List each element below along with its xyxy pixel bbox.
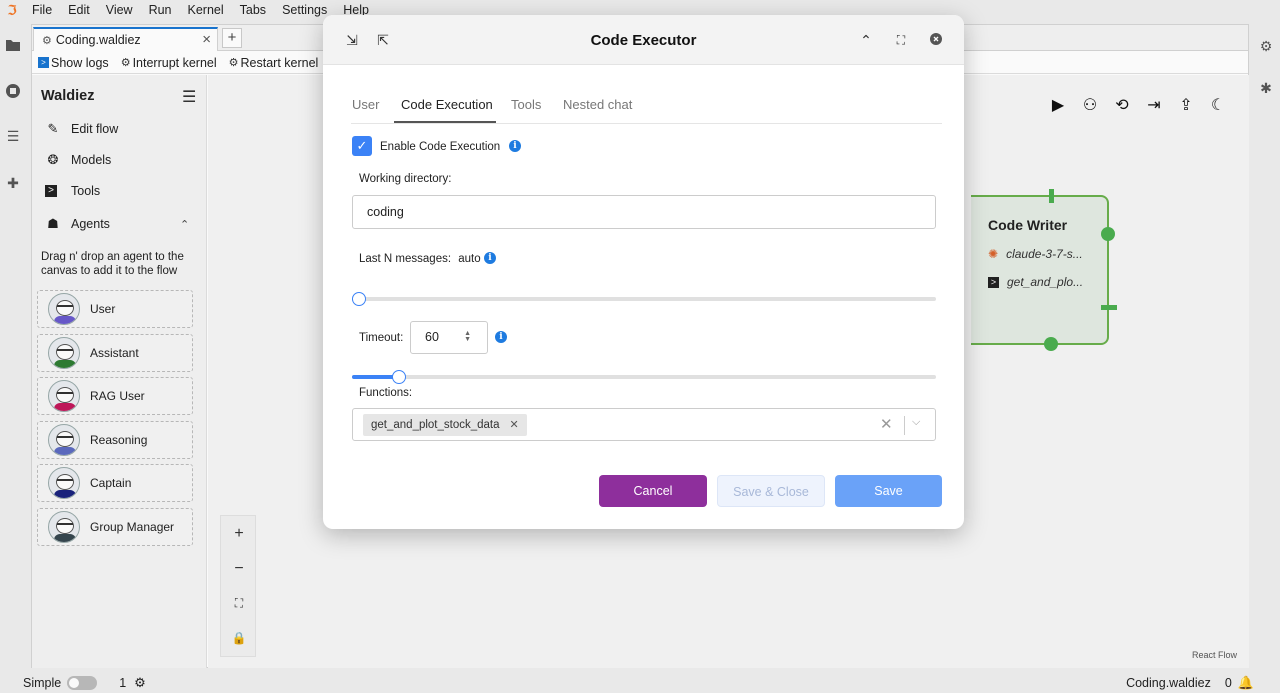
spinner-icon[interactable]: ▲ ▼ bbox=[464, 330, 471, 343]
working-directory-input[interactable]: coding bbox=[352, 195, 936, 229]
working-directory-label: Working directory: bbox=[359, 173, 452, 185]
chevron-down-icon[interactable]: ⌵ bbox=[912, 416, 920, 429]
tab-user[interactable]: User bbox=[352, 97, 379, 112]
save-button[interactable]: Save bbox=[835, 475, 942, 507]
cancel-button[interactable]: Cancel bbox=[599, 475, 707, 507]
save-and-close-button[interactable]: Save & Close bbox=[717, 475, 825, 507]
tab-nested-chat[interactable]: Nested chat bbox=[563, 97, 632, 112]
collapse-icon[interactable]: ⌃ bbox=[856, 30, 876, 50]
functions-select[interactable]: get_and_plot_stock_data ✕ ✕ ⌵ bbox=[352, 408, 936, 441]
clear-icon[interactable]: ✕ bbox=[880, 415, 893, 433]
last-n-value: auto bbox=[458, 253, 481, 265]
active-tab-indicator bbox=[394, 121, 496, 123]
tab-code-execution[interactable]: Code Execution bbox=[401, 97, 493, 112]
timeout-slider[interactable] bbox=[352, 370, 936, 384]
info-icon[interactable]: i bbox=[509, 140, 521, 152]
tab-tools[interactable]: Tools bbox=[511, 97, 541, 112]
last-n-messages-label: Last N messages: auto bbox=[359, 253, 481, 265]
info-icon[interactable]: i bbox=[495, 331, 507, 343]
close-icon[interactable] bbox=[926, 30, 946, 50]
slider-knob[interactable] bbox=[392, 370, 406, 384]
timeout-label: Timeout: bbox=[359, 332, 404, 344]
fullscreen-icon[interactable]: ⛶ bbox=[891, 30, 911, 50]
enable-code-execution-checkbox[interactable]: ✓ bbox=[352, 136, 372, 156]
last-n-messages-slider[interactable] bbox=[352, 292, 936, 306]
select-separator bbox=[904, 416, 905, 435]
dialog-tabs: User Code Execution Tools Nested chat bbox=[351, 95, 942, 124]
enable-code-execution-label: Enable Code Execution bbox=[380, 141, 501, 153]
dialog-header: ⇲ ⇱ Code Executor ⌃ ⛶ bbox=[323, 15, 964, 65]
timeout-value: 60 bbox=[425, 330, 439, 344]
function-chip: get_and_plot_stock_data ✕ bbox=[363, 414, 527, 436]
slider-knob[interactable] bbox=[352, 292, 366, 306]
last-n-label-text: Last N messages: bbox=[359, 253, 452, 265]
functions-label: Functions: bbox=[359, 387, 413, 399]
remove-chip-icon[interactable]: ✕ bbox=[510, 414, 519, 436]
function-chip-label: get_and_plot_stock_data bbox=[371, 419, 500, 431]
timeout-input[interactable]: 60 ▲ ▼ bbox=[410, 321, 488, 354]
code-executor-dialog: ⇲ ⇱ Code Executor ⌃ ⛶ User Code Executio… bbox=[323, 15, 964, 529]
info-icon[interactable]: i bbox=[484, 252, 496, 264]
